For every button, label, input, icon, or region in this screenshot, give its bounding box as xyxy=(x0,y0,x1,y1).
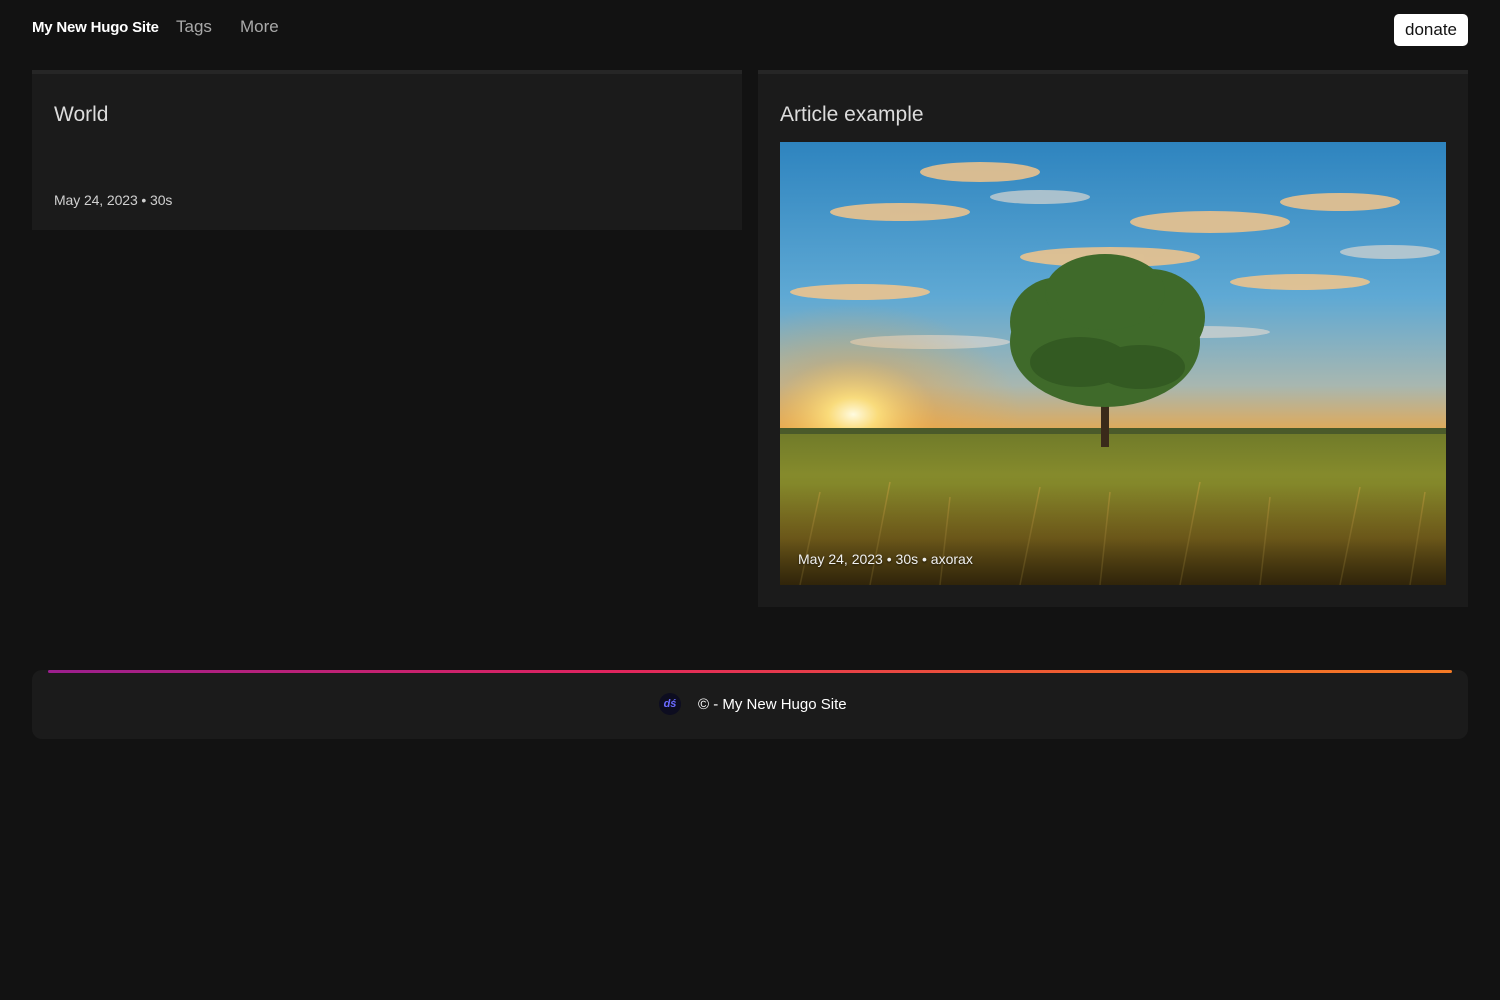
top-navbar: My New Hugo Site Tags More donate xyxy=(0,0,1500,60)
post-meta: May 24, 2023 • 30s xyxy=(54,192,172,208)
post-author: axorax xyxy=(930,551,973,567)
nav-link-tags[interactable]: Tags xyxy=(176,17,212,37)
tree-sunset-landscape-image xyxy=(780,142,1446,585)
donate-button[interactable]: donate xyxy=(1394,14,1468,46)
post-date: May 24, 2023 xyxy=(54,192,138,208)
meta-separator: • xyxy=(918,551,931,567)
nav-link-more[interactable]: More xyxy=(240,17,279,37)
footer-copyright: © - My New Hugo Site xyxy=(698,696,847,713)
post-meta: May 24, 2023 • 30s • axorax xyxy=(798,551,973,567)
post-card-world[interactable]: World May 24, 2023 • 30s xyxy=(32,70,742,230)
site-footer: dś © - My New Hugo Site xyxy=(32,670,1468,739)
post-read-time: 30s xyxy=(150,192,173,208)
post-title[interactable]: World xyxy=(54,103,108,127)
post-cover-image[interactable]: May 24, 2023 • 30s • axorax xyxy=(780,142,1446,585)
post-date: May 24, 2023 xyxy=(798,551,883,567)
site-brand-link[interactable]: My New Hugo Site xyxy=(32,19,159,36)
post-title[interactable]: Article example xyxy=(780,103,924,127)
post-read-time: 30s xyxy=(895,551,919,567)
meta-separator: • xyxy=(137,192,151,208)
brand-logo-icon: dś xyxy=(659,693,681,715)
post-card-article-example[interactable]: Article example May 24, 2023 • 30s • axo… xyxy=(758,70,1468,607)
footer-gradient-divider xyxy=(48,670,1452,673)
meta-separator: • xyxy=(882,551,896,567)
